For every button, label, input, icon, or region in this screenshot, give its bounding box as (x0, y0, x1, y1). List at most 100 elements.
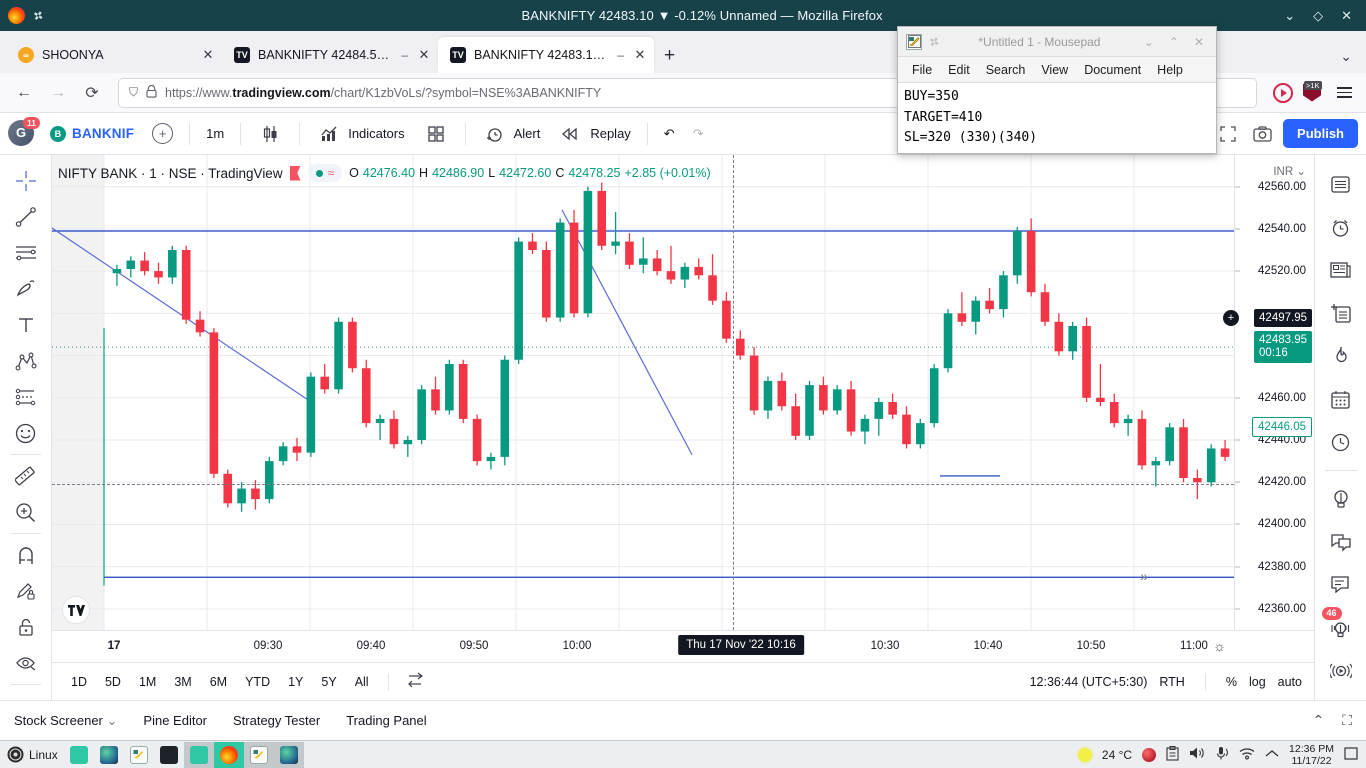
symbol-search-button[interactable]: B BANKNIF (42, 120, 142, 148)
browser-tab-banknifty-1[interactable]: TV BANKNIFTY 42484.50 ▼ – ✕ (222, 37, 438, 73)
expand-right-icon[interactable]: » (1140, 568, 1148, 584)
menu-file[interactable]: File (912, 63, 932, 77)
taskbar-firefox[interactable] (213, 741, 244, 768)
tab-strategy-tester[interactable]: Strategy Tester (233, 713, 320, 728)
close-icon[interactable]: ✕ (1341, 8, 1352, 24)
interval-button[interactable]: 1m (198, 120, 232, 148)
ublock-extension-icon[interactable]: >1K (1303, 80, 1323, 103)
timeframe-5d[interactable]: 5D (98, 671, 128, 693)
tab-mute-icon[interactable]: – (617, 48, 624, 62)
wifi-icon[interactable] (1239, 747, 1255, 763)
drawing-mode-tool-icon[interactable] (8, 573, 44, 609)
menu-search[interactable]: Search (986, 63, 1026, 77)
menu-view[interactable]: View (1041, 63, 1068, 77)
lock-drawings-tool-icon[interactable] (8, 609, 44, 645)
back-button[interactable]: ← (10, 79, 38, 107)
taskbar-console[interactable] (154, 742, 184, 768)
tab-close-icon[interactable]: ✕ (632, 47, 648, 63)
tab-stock-screener[interactable]: Stock Screener ⌄ (14, 713, 117, 729)
time-scale[interactable]: ☼ 17 09:30 09:40 09:50 10:00 10:30 10:40 10:50 1… (52, 630, 1314, 662)
timeframe-all[interactable]: All (348, 671, 376, 693)
indicators-button[interactable]: Indicators (308, 120, 412, 148)
camera-icon[interactable] (1249, 121, 1275, 147)
tab-trading-panel[interactable]: Trading Panel (346, 713, 426, 728)
zoom-in-tool-icon[interactable] (8, 494, 44, 530)
minimize-icon[interactable]: ⌄ (1284, 8, 1295, 24)
alerts-panel-icon[interactable] (1322, 208, 1360, 246)
show-desktop-button[interactable] (1344, 746, 1358, 763)
emoji-tool-icon[interactable] (8, 415, 44, 451)
replay-button[interactable]: Replay (550, 120, 638, 148)
public-chats-panel-icon[interactable] (1322, 523, 1360, 561)
chart-type-button[interactable] (249, 120, 291, 148)
goto-date-icon[interactable] (401, 668, 432, 695)
timeframe-1d[interactable]: 1D (64, 671, 94, 693)
alert-button[interactable]: Alert (474, 120, 549, 148)
pocket-icon[interactable] (1273, 82, 1293, 103)
chat-panel-icon[interactable] (1322, 423, 1360, 461)
calendar-panel-icon[interactable] (1322, 380, 1360, 418)
collapse-panel-icon[interactable]: ⌃ (1312, 712, 1324, 729)
mousepad-pin-icon[interactable]: ✜ (926, 33, 942, 50)
volume-icon[interactable] (1189, 746, 1205, 763)
menu-document[interactable]: Document (1084, 63, 1141, 77)
user-avatar[interactable]: G 11 (8, 116, 40, 148)
record-indicator-icon[interactable] (1142, 747, 1157, 762)
session-toggle[interactable]: RTH (1159, 675, 1184, 689)
app-menu-icon[interactable] (1333, 83, 1356, 102)
taskbar-terminal[interactable] (64, 742, 94, 768)
percent-scale-toggle[interactable]: % (1226, 675, 1237, 689)
tracking-shield-icon[interactable]: ⛉ (129, 85, 138, 100)
publish-button[interactable]: Publish (1283, 119, 1358, 148)
maximize-icon[interactable]: ◇ (1313, 8, 1323, 24)
forward-button[interactable]: → (44, 79, 72, 107)
text-tool-icon[interactable] (8, 307, 44, 343)
timeframe-1y[interactable]: 1Y (281, 671, 310, 693)
taskbar-browser[interactable] (94, 742, 124, 768)
mousepad-close-icon[interactable]: ✕ (1190, 35, 1208, 49)
patterns-tool-icon[interactable] (8, 343, 44, 379)
taskbar-browser-2[interactable] (273, 741, 304, 768)
data-window-panel-icon[interactable] (1322, 294, 1360, 332)
timeframe-6m[interactable]: 6M (203, 671, 234, 693)
private-chats-panel-icon[interactable] (1322, 566, 1360, 604)
stream-panel-icon[interactable] (1322, 652, 1360, 690)
timeframe-3m[interactable]: 3M (167, 671, 198, 693)
chart-plot-area[interactable]: » (52, 155, 1234, 630)
browser-tab-shoonya[interactable]: ∞ SHOONYA ✕ (6, 37, 222, 73)
magnet-tool-icon[interactable] (8, 537, 44, 573)
tab-close-icon[interactable]: ✕ (200, 47, 216, 63)
fullscreen-icon[interactable] (1215, 121, 1241, 147)
taskbar-files[interactable] (183, 741, 214, 768)
prediction-tool-icon[interactable] (8, 379, 44, 415)
pin-icon[interactable]: ✜ (30, 7, 46, 24)
mousepad-minimize-icon[interactable]: ⌄ (1140, 35, 1158, 49)
tab-pine-editor[interactable]: Pine Editor (143, 713, 207, 728)
price-level-label[interactable]: 42446.05 (1252, 417, 1312, 438)
hide-drawings-tool-icon[interactable] (8, 645, 44, 681)
mousepad-window[interactable]: ✜ *Untitled 1 - Mousepad ⌄ ⌃ ✕ File Edit… (897, 26, 1217, 154)
trend-line-tool-icon[interactable] (8, 199, 44, 235)
list-all-tabs-icon[interactable]: ⌄ (1340, 48, 1366, 73)
undo-button[interactable]: ↶ (656, 120, 683, 148)
last-price-label[interactable]: 42483.95 00:16 (1254, 331, 1312, 364)
hotlist-panel-icon[interactable] (1322, 337, 1360, 375)
price-scale[interactable]: INR ⌄ 42560.00 42540.00 42520.00 42460.00 42… (1223, 155, 1314, 630)
add-symbol-button[interactable]: + (144, 120, 181, 148)
layout-button[interactable] (415, 120, 457, 148)
show-hidden-icons[interactable] (1265, 748, 1279, 762)
timeframe-5y[interactable]: 5Y (314, 671, 343, 693)
timescale-settings-icon[interactable]: ☼ (1213, 638, 1226, 654)
measure-tool-icon[interactable] (8, 458, 44, 494)
brush-tool-icon[interactable] (8, 271, 44, 307)
menu-edit[interactable]: Edit (948, 63, 970, 77)
tab-mute-icon[interactable]: – (401, 48, 408, 62)
timeframe-ytd[interactable]: YTD (238, 671, 277, 693)
flag-icon[interactable] (289, 165, 301, 181)
quick-order-plus-button[interactable]: + (1223, 309, 1239, 326)
ideas-panel-icon[interactable] (1322, 480, 1360, 518)
menu-help[interactable]: Help (1157, 63, 1183, 77)
taskbar-mousepad[interactable] (124, 742, 154, 768)
tab-close-icon[interactable]: ✕ (416, 47, 432, 63)
auto-scale-toggle[interactable]: auto (1278, 675, 1302, 689)
